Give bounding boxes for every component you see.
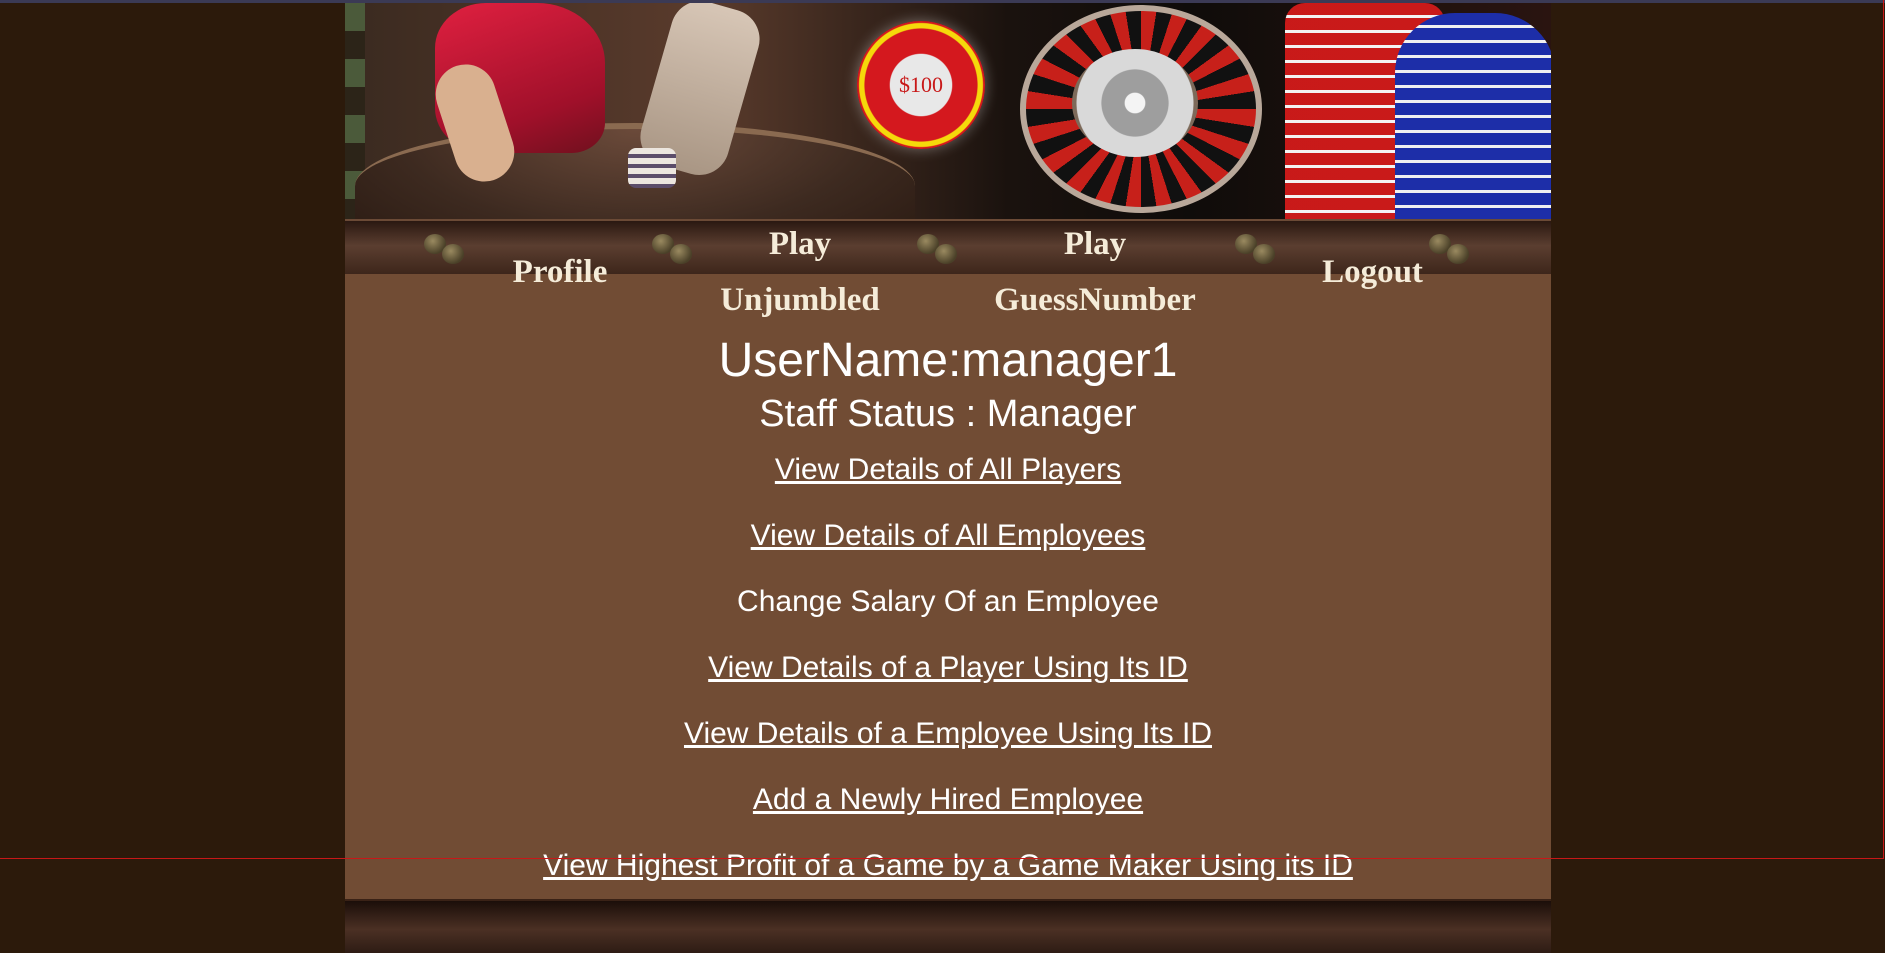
selection-outline-bottom bbox=[0, 858, 1883, 859]
chip-value: $100 bbox=[899, 72, 943, 97]
nav-logout-link[interactable]: Logout bbox=[1280, 244, 1465, 300]
menu-item: Change Salary Of an Employee bbox=[345, 582, 1551, 622]
nav-play-guessnumber-link[interactable]: Play GuessNumber bbox=[960, 216, 1230, 328]
banner-chip-stack bbox=[628, 148, 676, 188]
dice-icon bbox=[915, 234, 961, 268]
menu-item: Add a Newly Hired Employee bbox=[345, 780, 1551, 820]
roulette-wheel-icon bbox=[1020, 5, 1262, 213]
view-all-employees-link[interactable]: View Details of All Employees bbox=[751, 519, 1146, 552]
page-container: $100 Profile Play Unjumbled Play GuessNu… bbox=[345, 3, 1551, 953]
menu-item: View Details of All Employees bbox=[345, 516, 1551, 556]
view-all-players-link[interactable]: View Details of All Players bbox=[775, 453, 1121, 486]
menu-item: View Details of a Employee Using Its ID bbox=[345, 714, 1551, 754]
nav-profile-link[interactable]: Profile bbox=[465, 244, 655, 300]
nav-logout-label: Logout bbox=[1322, 254, 1423, 290]
dice-icon bbox=[1233, 234, 1279, 268]
view-highest-profit-link[interactable]: View Highest Profit of a Game by a Game … bbox=[543, 849, 1353, 882]
nav-play-guessnumber-line2: GuessNumber bbox=[994, 282, 1196, 318]
menu-item: View Details of All Players bbox=[345, 450, 1551, 490]
change-salary-text: Change Salary Of an Employee bbox=[737, 585, 1159, 618]
footer-bar bbox=[345, 901, 1551, 953]
menu-item: View Details of a Player Using Its ID bbox=[345, 648, 1551, 688]
nav-play-unjumbled-line2: Unjumbled bbox=[720, 282, 880, 318]
add-employee-link[interactable]: Add a Newly Hired Employee bbox=[753, 783, 1143, 816]
nav-profile-label: Profile bbox=[512, 254, 608, 290]
selection-outline-right bbox=[1883, 0, 1884, 859]
poker-chip-icon: $100 bbox=[857, 21, 985, 149]
blue-chip-stack-icon bbox=[1395, 13, 1551, 219]
nav-play-unjumbled-link[interactable]: Play Unjumbled bbox=[685, 216, 915, 328]
staff-status: Staff Status : Manager bbox=[759, 393, 1137, 435]
nav-play-unjumbled-line1: Play bbox=[768, 226, 832, 262]
casino-banner: $100 bbox=[345, 3, 1551, 219]
nav-play-guessnumber-line1: Play bbox=[1063, 226, 1127, 262]
dice-icon bbox=[422, 234, 468, 268]
view-employee-by-id-link[interactable]: View Details of a Employee Using Its ID bbox=[684, 717, 1212, 750]
menu-item: View Highest Profit of a Game by a Game … bbox=[345, 846, 1551, 886]
username-heading: UserName:manager1 bbox=[718, 334, 1178, 387]
view-player-by-id-link[interactable]: View Details of a Player Using Its ID bbox=[708, 651, 1188, 684]
